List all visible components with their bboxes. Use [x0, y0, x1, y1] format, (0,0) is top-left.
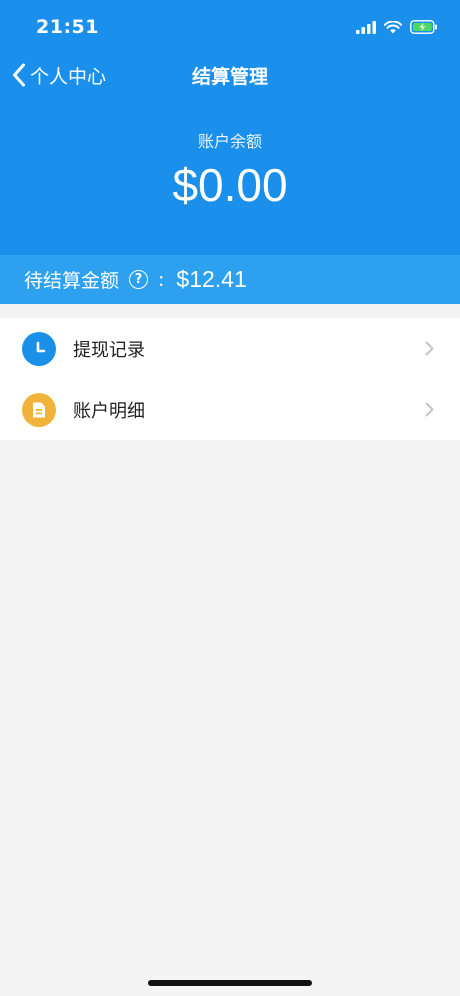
pending-settlement-bar: 待结算金额 ? : $12.41 [0, 255, 460, 304]
header: 21:51 个人中心 结算管理 账户余额 $0.00 [0, 0, 460, 255]
pending-label: 待结算金额 [24, 270, 120, 292]
status-time: 21:51 [36, 16, 99, 38]
status-bar: 21:51 [0, 0, 460, 54]
pending-value: $12.41 [176, 266, 247, 292]
settlement-menu: 提现记录 账户明细 [0, 318, 460, 440]
pending-separator: : [158, 268, 165, 291]
chevron-right-icon [425, 341, 434, 356]
balance-value: $0.00 [172, 159, 288, 211]
battery-charging-icon [410, 20, 437, 34]
list-item-withdraw-records[interactable]: 提现记录 [0, 318, 460, 379]
wifi-icon [384, 20, 402, 33]
navigation-bar: 个人中心 结算管理 [0, 54, 460, 94]
signal-icon [356, 20, 376, 34]
status-icons [356, 18, 438, 36]
balance-label: 账户余额 [197, 132, 262, 151]
account-details-label: 账户明细 [73, 400, 145, 422]
help-icon[interactable]: ? [129, 270, 149, 289]
home-indicator[interactable] [148, 980, 312, 986]
chevron-right-icon [425, 402, 434, 417]
list-item-account-details[interactable]: 账户明细 [0, 379, 460, 440]
clock-icon [22, 331, 56, 366]
page-title: 结算管理 [191, 66, 268, 88]
document-icon [22, 392, 56, 427]
withdraw-records-label: 提现记录 [73, 339, 145, 361]
